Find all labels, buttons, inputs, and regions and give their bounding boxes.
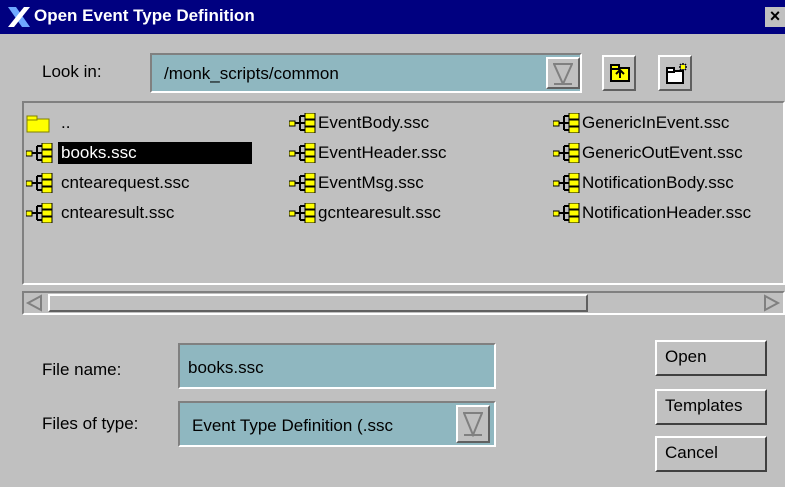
file-name: .. xyxy=(61,113,71,132)
folder-icon xyxy=(26,115,50,133)
event-type-icon xyxy=(289,203,316,223)
files-of-type-dropdown-button[interactable] xyxy=(456,405,490,443)
file-name: cntearesult.ssc xyxy=(61,203,175,222)
file-name: GenericOutEvent.ssc xyxy=(582,143,743,162)
look-in-dropdown[interactable]: /monk_scripts/common xyxy=(150,53,582,93)
templates-button[interactable]: Templates xyxy=(655,389,767,425)
up-one-level-button[interactable] xyxy=(602,55,636,91)
scrollbar-thumb[interactable] xyxy=(48,294,588,312)
event-type-icon xyxy=(289,113,316,133)
x-logo-icon xyxy=(8,7,30,27)
file-item[interactable]: gcntearesult.ssc xyxy=(287,201,547,225)
file-item[interactable]: GenericOutEvent.ssc xyxy=(551,141,783,165)
file-item[interactable]: NotificationHeader.ssc xyxy=(551,201,783,225)
file-name: GenericInEvent.ssc xyxy=(582,113,730,132)
file-name: cntearequest.ssc xyxy=(61,173,190,192)
file-name: NotificationHeader.ssc xyxy=(582,203,752,222)
file-name: NotificationBody.ssc xyxy=(582,173,734,192)
cancel-button[interactable]: Cancel xyxy=(655,436,767,472)
triangle-down-icon xyxy=(463,412,483,437)
file-item[interactable]: EventHeader.ssc xyxy=(287,141,547,165)
create-new-folder-button[interactable] xyxy=(658,55,692,91)
file-item[interactable]: cntearequest.ssc xyxy=(24,171,279,195)
file-name: books.ssc xyxy=(58,142,252,164)
files-of-type-dropdown[interactable]: Event Type Definition (.ssc xyxy=(178,401,496,447)
open-button[interactable]: Open xyxy=(655,340,767,376)
file-name-field[interactable]: books.ssc xyxy=(178,343,496,389)
triangle-down-icon xyxy=(553,63,573,85)
look-in-dropdown-button[interactable] xyxy=(546,57,580,89)
file-item-parent[interactable]: .. xyxy=(24,111,279,135)
look-in-label: Look in: xyxy=(42,62,102,81)
close-icon[interactable]: × xyxy=(765,7,785,27)
event-type-icon xyxy=(26,203,53,223)
event-type-icon xyxy=(553,203,580,223)
file-list[interactable]: .. books.ssc cntearequest.ssc cntearesul… xyxy=(22,101,785,285)
window-title: Open Event Type Definition xyxy=(34,6,255,25)
event-type-icon xyxy=(289,173,316,193)
scroll-left-icon[interactable] xyxy=(25,294,45,312)
file-name: EventBody.ssc xyxy=(318,113,430,132)
horizontal-scrollbar[interactable] xyxy=(22,291,785,315)
new-folder-icon xyxy=(666,63,687,84)
event-type-icon xyxy=(553,143,580,163)
file-item[interactable]: cntearesult.ssc xyxy=(24,201,279,225)
file-name-value: books.ssc xyxy=(188,358,264,377)
files-of-type-value: Event Type Definition (.ssc xyxy=(192,416,393,435)
file-item[interactable]: books.ssc xyxy=(24,141,279,165)
file-item[interactable]: EventMsg.ssc xyxy=(287,171,547,195)
event-type-icon xyxy=(26,143,53,163)
look-in-value: /monk_scripts/common xyxy=(164,64,339,83)
file-item[interactable]: NotificationBody.ssc xyxy=(551,171,783,195)
title-bar[interactable]: Open Event Type Definition × xyxy=(0,0,785,34)
event-type-icon xyxy=(26,173,53,193)
file-item[interactable]: EventBody.ssc xyxy=(287,111,547,135)
file-name: EventMsg.ssc xyxy=(318,173,424,192)
scroll-right-icon[interactable] xyxy=(761,294,781,312)
files-of-type-label: Files of type: xyxy=(42,414,139,433)
file-item[interactable]: GenericInEvent.ssc xyxy=(551,111,783,135)
file-name: gcntearesult.ssc xyxy=(318,203,441,222)
event-type-icon xyxy=(553,173,580,193)
file-name-label: File name: xyxy=(42,360,122,379)
up-folder-icon xyxy=(610,64,630,82)
event-type-icon xyxy=(553,113,580,133)
file-name: EventHeader.ssc xyxy=(318,143,447,162)
open-dialog: Open Event Type Definition × Look in: /m… xyxy=(0,0,785,487)
event-type-icon xyxy=(289,143,316,163)
